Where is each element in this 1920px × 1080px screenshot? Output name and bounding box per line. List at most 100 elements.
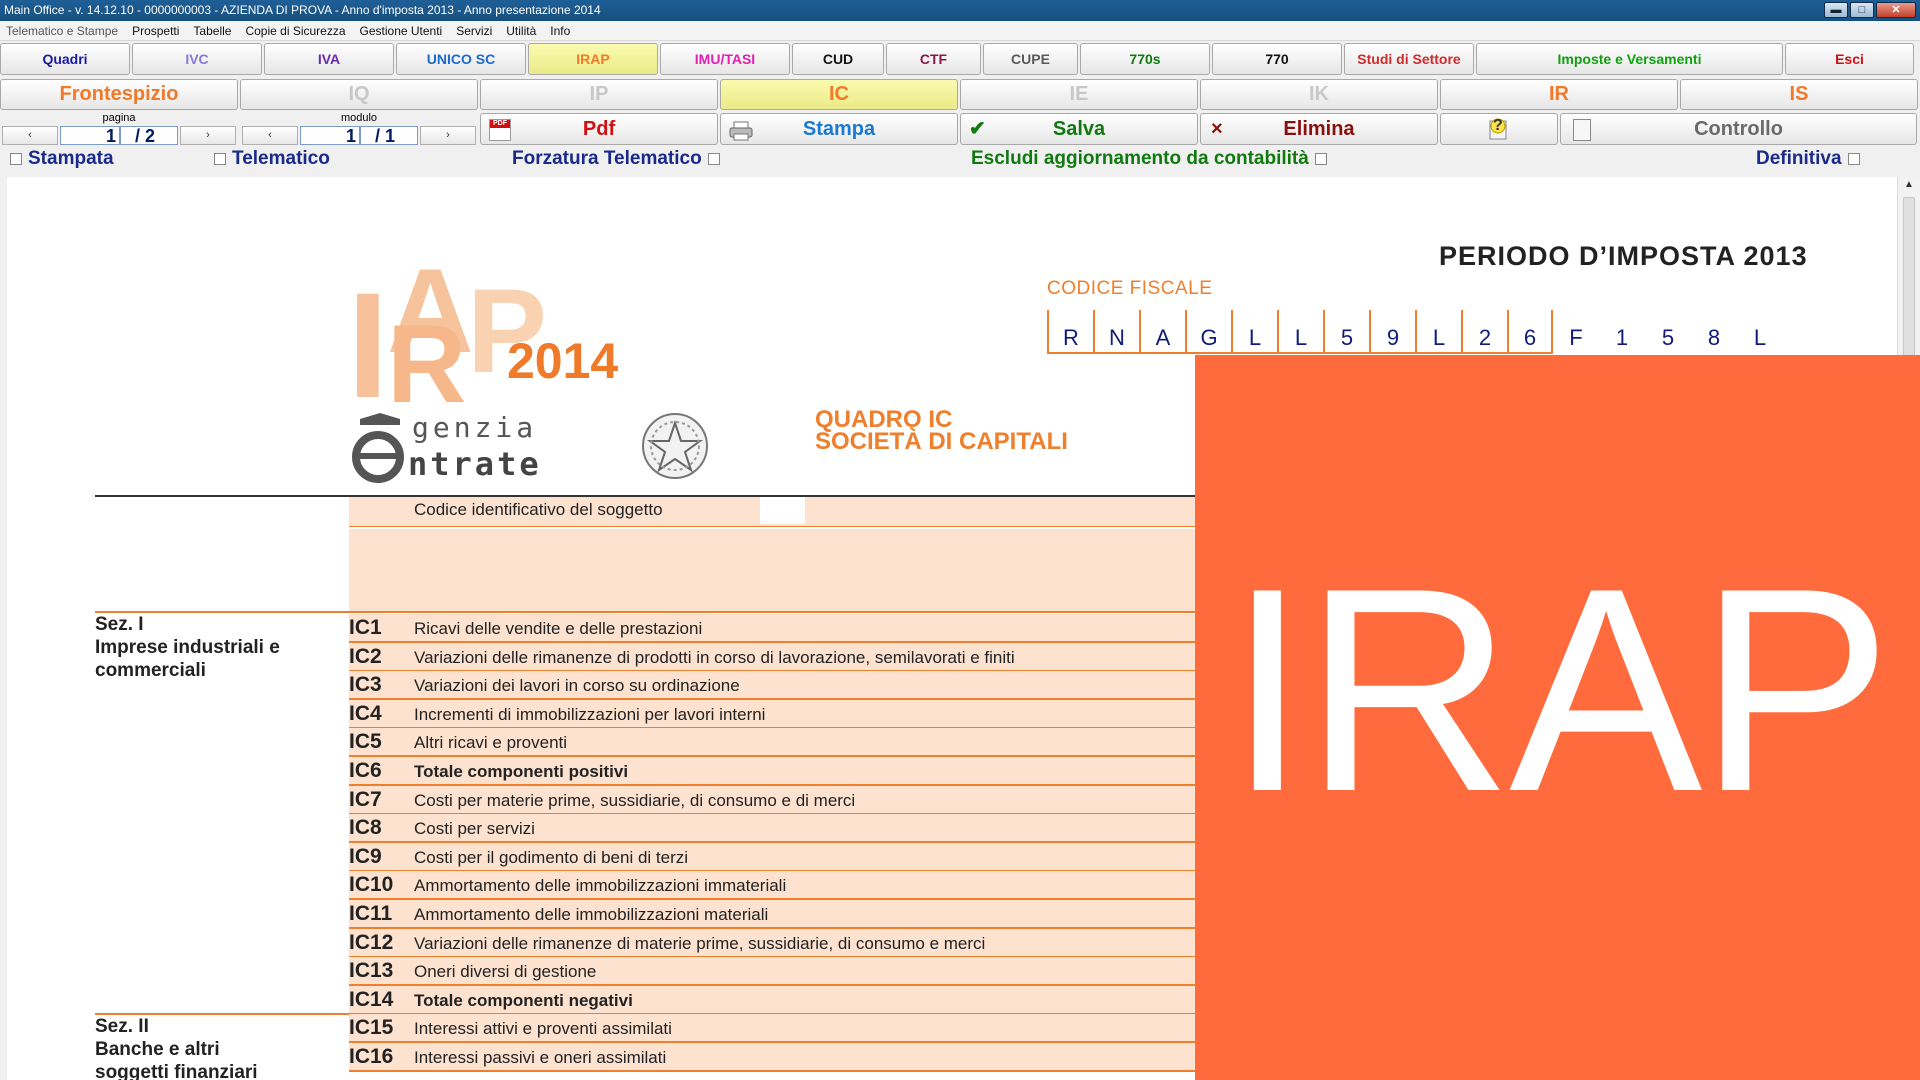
tab-quadri[interactable]: Quadri [0,43,130,75]
ic-row-ic4[interactable]: IC4 Incrementi di immobilizzazioni per la… [349,700,1199,729]
ic-row-ic9[interactable]: IC9 Costi per il godimento di beni di ter… [349,843,1199,872]
ic-row-description: Ammortamento delle immobilizzazioni imma… [414,876,787,895]
telematico-checkbox[interactable] [214,153,226,165]
agenzia-entrate-logo: genzia ntrate [350,409,720,485]
salva-button[interactable]: ✔ Salva [960,113,1198,145]
quadro-ic[interactable]: IC [720,79,958,110]
ic-row-ic8[interactable]: IC8 Costi per servizi [349,814,1199,843]
tab-esci[interactable]: Esci [1785,43,1914,75]
ic-row-description: Variazioni delle rimanenze di materie pr… [414,934,986,953]
pagina-next-button[interactable]: › [180,126,236,145]
modulo-next-button[interactable]: › [420,126,476,145]
tab-cud[interactable]: CUD [792,43,884,75]
menu-bar: Telematico e Stampe Prospetti Tabelle Co… [0,21,1920,41]
tab-ivc[interactable]: IVC [132,43,262,75]
ic-row-ic11[interactable]: IC11 Ammortamento delle immobilizzazioni … [349,900,1199,929]
sez-1-subtitle-2: commerciali [95,660,206,681]
quadro-iq[interactable]: IQ [240,79,478,110]
maximize-button[interactable]: □ [1850,2,1874,18]
tab-770[interactable]: 770 [1212,43,1342,75]
ic-row-ic10[interactable]: IC10 Ammortamento delle immobilizzazioni … [349,871,1199,900]
menu-gestione-utenti[interactable]: Gestione Utenti [360,21,443,40]
cf-char: L [1415,310,1461,354]
ic-row-code: IC3 [349,673,382,696]
escludi-checkbox[interactable] [1314,153,1327,165]
scroll-thumb[interactable] [1903,197,1915,377]
quadro-ik[interactable]: IK [1200,79,1438,110]
modulo-prev-button[interactable]: ‹ [242,126,298,145]
menu-copie-sicurezza[interactable]: Copie di Sicurezza [245,21,345,40]
printer-icon [729,120,753,141]
window-title: Main Office - v. 14.12.10 - 0000000003 -… [4,3,601,17]
tab-ctf[interactable]: CTF [886,43,981,75]
minimize-button[interactable]: ▬ [1824,2,1848,18]
pdf-button[interactable]: PDF Pdf [480,113,718,145]
help-button[interactable]: ? [1440,113,1558,145]
quadro-ie[interactable]: IE [960,79,1198,110]
check-icon: ✔ [969,118,986,140]
menu-utilita[interactable]: Utilità [506,21,536,40]
modulo-field[interactable]: 1 [300,126,360,145]
ic-row-description: Totale componenti negativi [414,991,633,1010]
quadro-title: QUADRO IC SOCIETÀ DI CAPITALI [815,408,1068,454]
menu-prospetti[interactable]: Prospetti [132,21,179,40]
definitiva-option: Definitiva [1756,147,1860,171]
ic-row-ic6[interactable]: IC6 Totale componenti positivi [349,757,1199,786]
ic-row-ic2[interactable]: IC2 Variazioni delle rimanenze di prodott… [349,643,1199,672]
stampa-button[interactable]: Stampa [720,113,958,145]
sez-2-title: Sez. II [95,1016,149,1037]
ic-row-code: IC9 [349,845,382,868]
logo-year: 2014 [507,333,619,389]
quadro-ir[interactable]: IR [1440,79,1678,110]
menu-tabelle[interactable]: Tabelle [193,21,231,40]
pdf-icon-badge: PDF [490,120,510,128]
ic-row-ic14[interactable]: IC14 Totale componenti negativi [349,986,1199,1015]
definitiva-checkbox[interactable] [1847,153,1860,165]
tab-studi-settore[interactable]: Studi di Settore [1344,43,1474,75]
menu-servizi[interactable]: Servizi [456,21,492,40]
irap-overlay-banner: IRAP [1195,355,1920,1080]
ic-row-ic13[interactable]: IC13 Oneri diversi di gestione [349,957,1199,986]
forzatura-checkbox[interactable] [707,153,720,165]
ic-row-ic16[interactable]: IC16 Interessi passivi e oneri assimilati [349,1043,1199,1072]
options-row: Stampata Telematico Forzatura Telematico… [0,147,1920,171]
menu-telematico-stampe[interactable]: Telematico e Stampe [6,21,118,40]
tab-imposte-versamenti[interactable]: Imposte e Versamenti [1476,43,1783,75]
window-titlebar: Main Office - v. 14.12.10 - 0000000003 -… [0,0,1920,21]
controllo-button[interactable]: Controllo [1560,113,1917,145]
pagina-field[interactable]: 1 [60,126,120,145]
cf-char: 8 [1707,325,1721,350]
tab-imu-tasi[interactable]: IMU/TASI [660,43,790,75]
cf-char: 9 [1369,310,1415,354]
scroll-up-icon[interactable]: ▲ [1904,179,1914,190]
quadro-frontespizio[interactable]: Frontespizio [0,79,238,110]
tab-unico-sc[interactable]: UNICO SC [396,43,526,75]
pagina-prev-button[interactable]: ‹ [2,126,58,145]
ic-row-ic1[interactable]: IC1 Ricavi delle vendite e delle prestazi… [349,614,1199,643]
codice-fiscale-field[interactable]: R N A G L L 5 9 L 2 6 F 1 5 8 L [1047,310,1783,354]
menu-info[interactable]: Info [550,21,570,40]
ic-row-description: Costi per servizi [414,819,535,838]
stampa-label: Stampa [802,118,876,140]
tab-iva[interactable]: IVA [264,43,394,75]
stampata-checkbox[interactable] [10,153,22,165]
ic-row-ic15[interactable]: IC15 Interessi attivi e proventi assimila… [349,1014,1199,1043]
ic-row-ic3[interactable]: IC3 Variazioni dei lavori in corso su ord… [349,671,1199,700]
salva-label: Salva [1052,118,1106,140]
tab-770s[interactable]: 770s [1080,43,1210,75]
codice-fiscale-label: CODICE FISCALE [1047,278,1213,299]
tab-cupe[interactable]: CUPE [983,43,1078,75]
ic-row-code: IC12 [349,931,394,954]
close-button[interactable]: ✕ [1876,2,1916,18]
ic-row-ic12[interactable]: IC12 Variazioni delle rimanenze di materi… [349,929,1199,958]
pagina-label: pagina [102,112,136,124]
quadro-ip[interactable]: IP [480,79,718,110]
ic-row-code: IC14 [349,988,394,1011]
tab-irap[interactable]: IRAP [528,43,658,75]
ic-row-ic7[interactable]: IC7 Costi per materie prime, sussidiarie,… [349,786,1199,815]
codice-identificativo-input[interactable] [760,497,805,524]
quadro-is[interactable]: IS [1680,79,1918,110]
entrate-text: ntrate [408,445,542,483]
ic-row-ic5[interactable]: IC5 Altri ricavi e proventi [349,728,1199,757]
elimina-button[interactable]: × Elimina [1200,113,1438,145]
